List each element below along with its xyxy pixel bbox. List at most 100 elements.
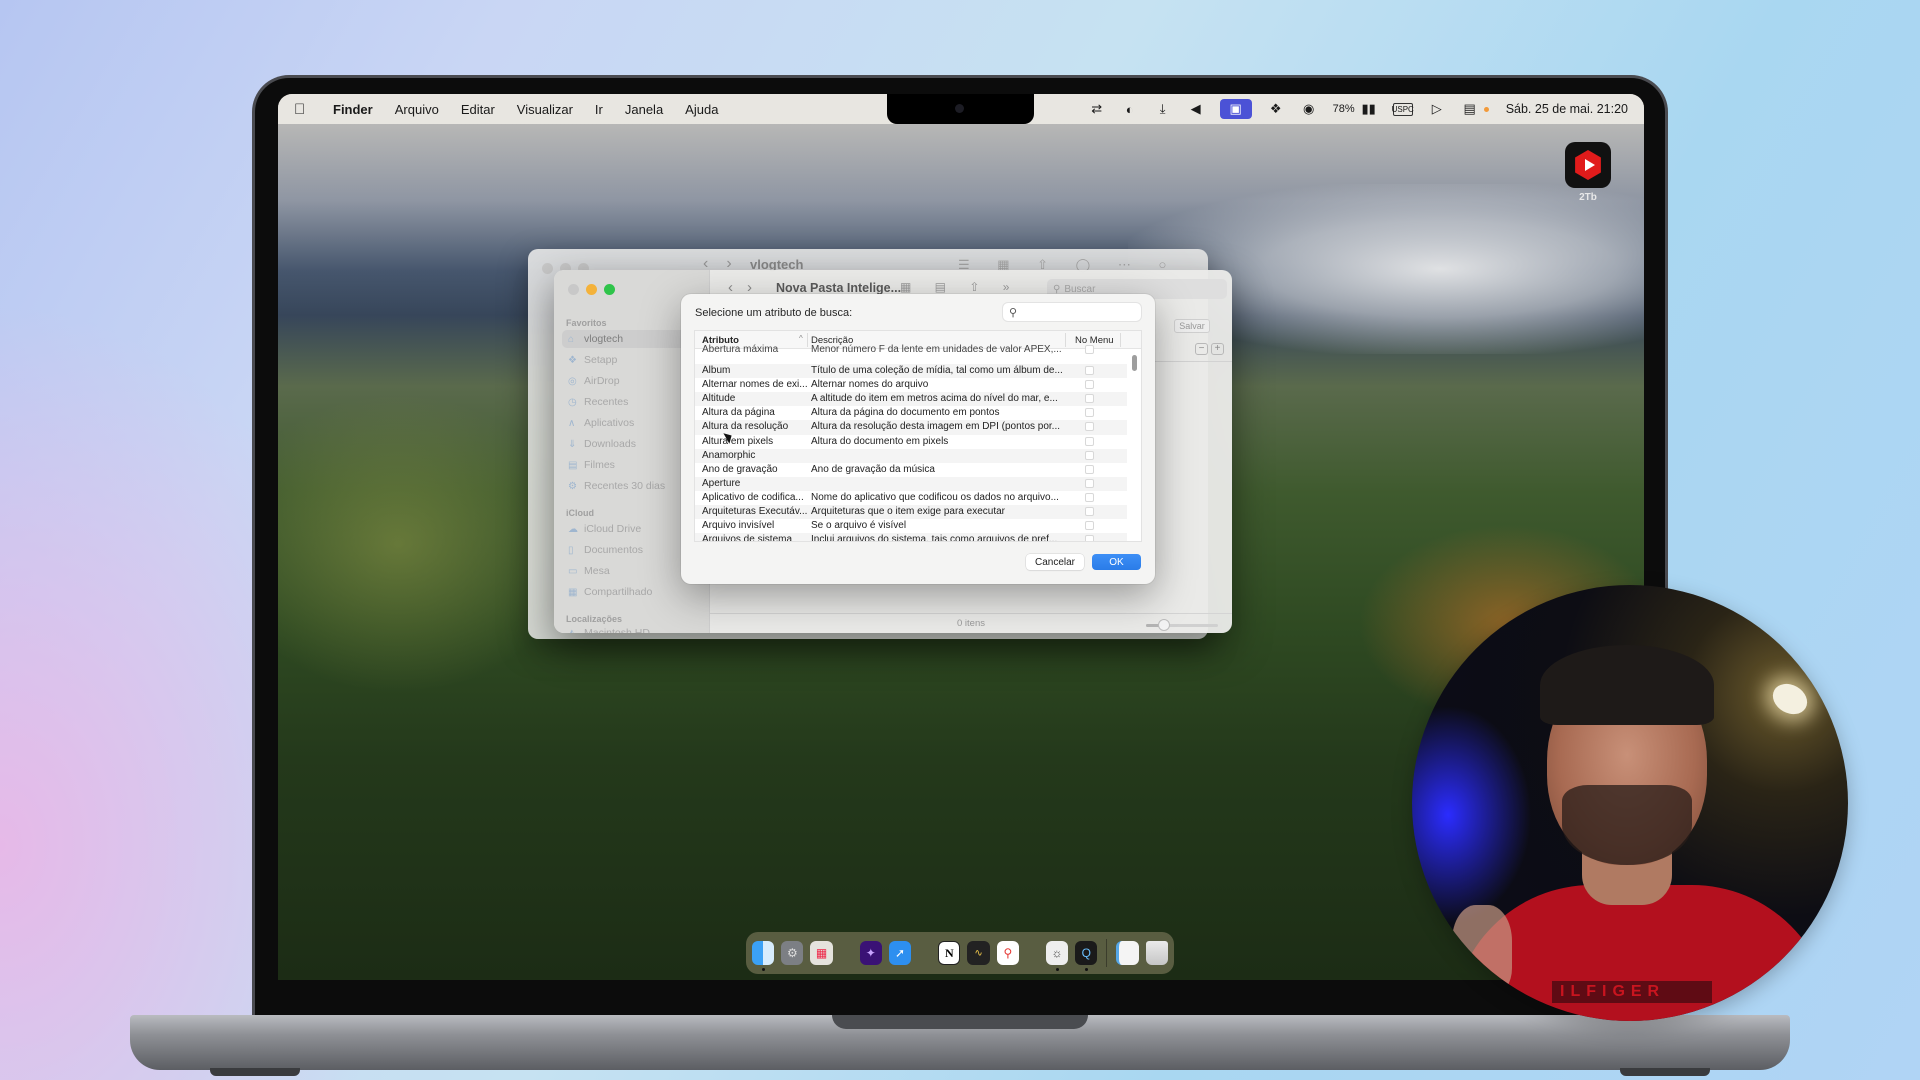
contrast-icon[interactable]: ◐	[1121, 101, 1139, 117]
cancel-button[interactable]: Cancelar	[1026, 554, 1084, 570]
attribute-search-input[interactable]	[1021, 306, 1132, 318]
in-menu-checkbox[interactable]	[1085, 478, 1094, 488]
laptop-hinge	[832, 1015, 1088, 1029]
ok-button[interactable]: OK	[1092, 554, 1141, 570]
running-indicator	[762, 968, 765, 971]
add-rule-button[interactable]: +	[1211, 343, 1224, 355]
remove-rule-button[interactable]: −	[1195, 343, 1208, 355]
sort-ascending-icon[interactable]: ^	[799, 334, 803, 343]
dock: ⚙ ▦ ✦ ➚ N ∿ ⚲ ☼ Q	[746, 932, 1174, 974]
sidebar-item-compartilhado[interactable]: ▦ Compartilhado	[562, 583, 702, 601]
table-row[interactable]: Abertura máxima Menor número F da lente e…	[695, 344, 1127, 364]
menu-visualizar[interactable]: Visualizar	[517, 102, 573, 117]
dock-launchpad-icon[interactable]: ▦	[810, 941, 833, 965]
youtube-studio-icon[interactable]	[1565, 142, 1611, 188]
clock[interactable]: Sáb. 25 de mai. 21:20	[1506, 102, 1628, 116]
dock-notion-icon[interactable]: N	[938, 941, 961, 965]
close-button[interactable]	[542, 263, 553, 274]
minimize-button[interactable]	[586, 284, 597, 295]
in-menu-checkbox[interactable]	[1085, 450, 1094, 460]
sidebar-item-macintosh-hd[interactable]: ◭ Macintosh HD	[562, 624, 702, 633]
view-options[interactable]: ▦ ▤ ⇧ »	[900, 280, 1019, 294]
zoom-button[interactable]	[604, 284, 615, 295]
dock-preview-icon[interactable]	[1116, 941, 1139, 965]
menu-arquivo[interactable]: Arquivo	[395, 102, 439, 117]
attribute-description: Nome do aplicativo que codificou os dado…	[811, 491, 1059, 503]
battery-percent: 78%	[1332, 103, 1355, 115]
table-row[interactable]: Álbum Título de uma coleção de mídia, tal…	[695, 364, 1127, 379]
setapp-icon[interactable]: ❖	[1267, 101, 1285, 117]
in-menu-checkbox[interactable]	[1085, 408, 1094, 418]
dock-google-maps-icon[interactable]: ⚲	[996, 941, 1019, 965]
screen-sharing-icon[interactable]: ▣	[1219, 99, 1252, 119]
attribute-description: Título de uma coleção de mídia, tal como…	[811, 365, 1063, 377]
dock-safari-icon[interactable]: ➚	[888, 941, 912, 965]
table-row[interactable]: Alternar nomes de exi... Alternar nomes d…	[695, 378, 1127, 392]
dock-podcast-app-icon[interactable]: ∿	[967, 941, 990, 965]
menu-app-name[interactable]: Finder	[333, 102, 373, 117]
column-header-no-menu[interactable]: No Menu	[1075, 335, 1114, 346]
table-row[interactable]: Arquivos de sistema Inclui arquivos do si…	[695, 533, 1127, 541]
dock-divider	[1106, 939, 1108, 967]
slider-knob[interactable]	[1158, 619, 1170, 631]
close-button[interactable]	[568, 284, 579, 295]
table-row[interactable]: Arquiteturas Executáv... Arquiteturas que…	[695, 505, 1127, 520]
camera-icon[interactable]: ◉	[1300, 101, 1318, 117]
attribute-description: Alternar nomes do arquivo	[811, 379, 929, 391]
battery-icon[interactable]: ▮▮	[1360, 101, 1378, 117]
dock-finder-icon[interactable]	[752, 941, 775, 971]
screen-mirroring-icon[interactable]: ⇄	[1088, 101, 1106, 117]
dock-final-cut-icon[interactable]: ☼	[1045, 941, 1069, 971]
table-row[interactable]: Altura da resolução Altura da resolução d…	[695, 420, 1127, 435]
menu-editar[interactable]: Editar	[461, 102, 495, 117]
keyboard-input-icon[interactable]: USPC	[1392, 102, 1414, 116]
in-menu-checkbox[interactable]	[1085, 380, 1094, 390]
table-row[interactable]: Aplicativo de codifica... Nome do aplicat…	[695, 491, 1127, 505]
control-center-icon[interactable]: ▤	[1461, 101, 1479, 117]
download-icon[interactable]: ⤓	[1154, 101, 1172, 117]
in-menu-checkbox[interactable]	[1085, 436, 1094, 446]
play-icon[interactable]: ▷	[1428, 101, 1446, 117]
nightshift-icon[interactable]: ◀	[1187, 101, 1205, 117]
in-menu-checkbox[interactable]	[1085, 521, 1094, 531]
menu-janela[interactable]: Janela	[625, 102, 663, 117]
sidebar-section-favoritos: Favoritos	[566, 318, 607, 328]
dialog-title: Selecione um atributo de busca:	[695, 307, 853, 319]
webcam-blue-light	[1412, 705, 1532, 925]
table-row[interactable]: Altura da página Altura da página do docu…	[695, 406, 1127, 420]
attribute-name: Arquivos de sistema	[702, 534, 793, 541]
desktop-item-label[interactable]: 2Tb	[1565, 192, 1611, 203]
in-menu-checkbox[interactable]	[1085, 345, 1094, 354]
in-menu-checkbox[interactable]	[1085, 507, 1094, 517]
scrollbar[interactable]	[1132, 355, 1137, 371]
setapp-icon: ❖	[568, 354, 577, 366]
dock-affinity-icon[interactable]: ✦	[859, 941, 882, 965]
table-row[interactable]: Altura em pixels Altura do documento em p…	[695, 435, 1127, 449]
in-menu-checkbox[interactable]	[1085, 394, 1094, 404]
menu-ir[interactable]: Ir	[595, 102, 603, 117]
in-menu-checkbox[interactable]	[1085, 535, 1094, 541]
dock-trash-icon[interactable]	[1145, 941, 1168, 965]
table-row[interactable]: Arquivo invisível Se o arquivo é visível	[695, 519, 1127, 533]
icon-size-slider[interactable]	[1146, 619, 1218, 631]
camera-notch	[887, 94, 1034, 124]
in-menu-checkbox[interactable]	[1085, 492, 1094, 502]
apple-menu-icon[interactable]: 	[294, 101, 310, 118]
dock-quicktime-icon[interactable]: Q	[1075, 941, 1098, 971]
table-row[interactable]: Aperture	[695, 476, 1127, 491]
save-button[interactable]: Salvar	[1174, 319, 1210, 333]
shirt-logo: ILFIGER	[1552, 981, 1712, 1003]
table-row[interactable]: Ano de gravação Ano de gravação da música	[695, 463, 1127, 477]
menu-ajuda[interactable]: Ajuda	[685, 102, 718, 117]
status-area: ⇄ ◐ ⤓ ◀ ▣ ❖ ◉ 78% ▮▮ USPC ▷ ▤ Sáb. 25 de…	[1088, 94, 1628, 124]
table-row[interactable]: Altitude A altitude do item em metros aci…	[695, 392, 1127, 407]
attribute-description: A altitude do item em metros acima do ní…	[811, 393, 1058, 405]
dock-settings-icon[interactable]: ⚙	[781, 941, 804, 965]
in-menu-checkbox[interactable]	[1085, 464, 1094, 474]
table-row[interactable]: Anamorphic	[695, 448, 1127, 463]
in-menu-checkbox[interactable]	[1085, 366, 1094, 376]
column-separator[interactable]	[1120, 333, 1121, 347]
in-menu-checkbox[interactable]	[1085, 422, 1094, 432]
attribute-search-field[interactable]: ⚲	[1003, 303, 1141, 321]
attribute-name: Altura da resolução	[702, 421, 789, 433]
